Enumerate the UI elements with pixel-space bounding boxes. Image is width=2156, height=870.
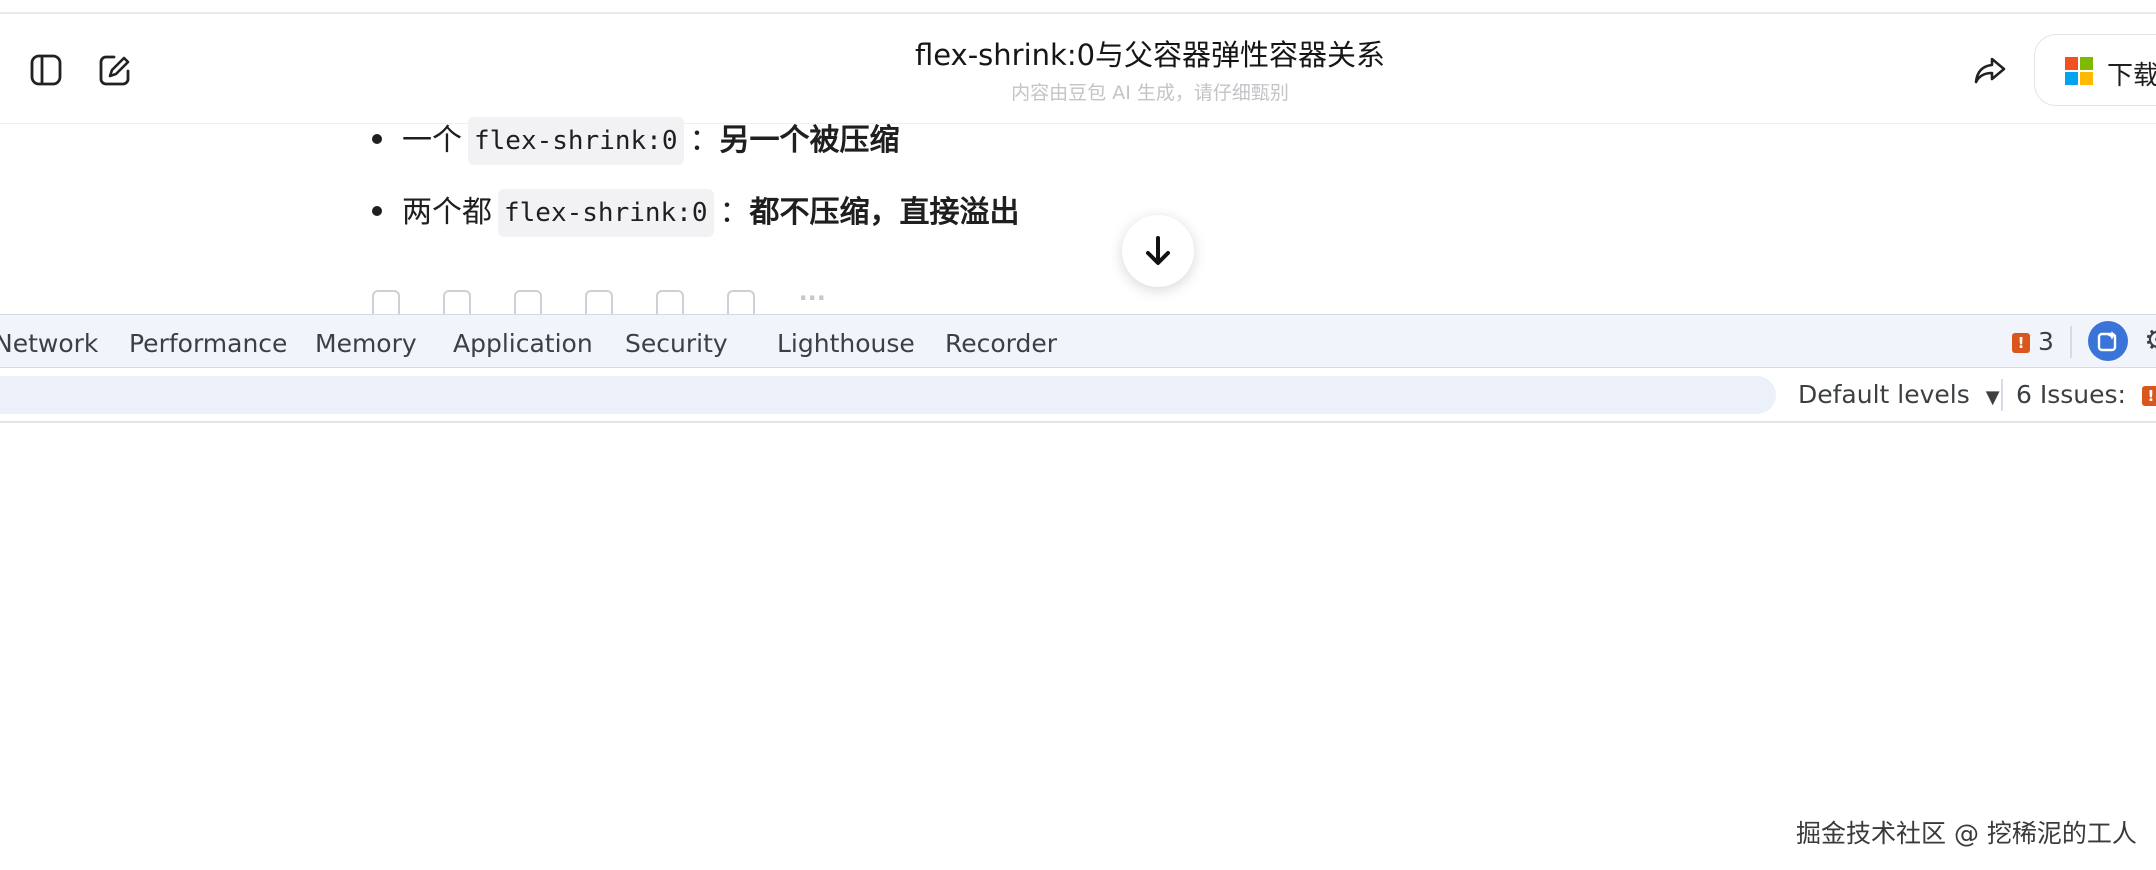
windows-logo-icon xyxy=(2065,57,2093,85)
warnings-counter[interactable]: ! 3 xyxy=(2012,327,2054,356)
list-item-colon: ： xyxy=(719,195,750,230)
ai-disclaimer: 内容由豆包 AI 生成，请仔细甄别 xyxy=(1011,82,1289,104)
page-title: flex-shrink:0与父容器弹性容器关系 xyxy=(914,38,1386,72)
tab-recorder[interactable]: Recorder xyxy=(945,329,1057,358)
thumbs-down-icon[interactable] xyxy=(656,290,685,314)
message-actions: ··· xyxy=(372,290,826,314)
issues-counter[interactable]: 6 Issues: ! 1 xyxy=(2016,380,2156,409)
list-item-prefix: 两个都 xyxy=(402,195,492,230)
toolbar-divider xyxy=(2070,326,2072,358)
log-levels-label: Default levels xyxy=(1798,380,1970,409)
ai-assistance-button[interactable] xyxy=(2088,321,2128,361)
tab-network[interactable]: Network xyxy=(0,329,98,358)
tab-performance[interactable]: Performance xyxy=(129,329,287,358)
speaker-icon[interactable] xyxy=(514,290,543,314)
log-levels-dropdown[interactable]: Default levels ▼ xyxy=(1798,380,2000,409)
tab-security[interactable]: Security xyxy=(625,329,728,358)
ai-assistant-icon xyxy=(2097,331,2117,352)
caret-down-icon: ▼ xyxy=(1985,387,2000,408)
more-icon[interactable]: ··· xyxy=(799,290,826,312)
list-item: 两个都 flex-shrink:0 ： 都不压缩，直接溢出 xyxy=(402,189,1020,237)
arrow-down-icon xyxy=(1146,236,1170,265)
console-toolbar: Default levels ▼ 6 Issues: ! 1 xyxy=(0,368,2156,423)
copy-icon[interactable] xyxy=(372,290,400,314)
devtools-tab-bar: Network Performance Memory Application S… xyxy=(0,314,2156,368)
list-item-prefix: 一个 xyxy=(402,123,462,158)
share-button[interactable] xyxy=(1964,44,2016,96)
list-item: 一个 flex-shrink:0 ： 另一个被压缩 xyxy=(402,117,900,165)
bullet-marker xyxy=(372,134,382,144)
warning-count: 3 xyxy=(2037,327,2054,356)
download-app-button[interactable]: 下载 xyxy=(2034,34,2156,106)
warning-icon: ! xyxy=(2012,333,2030,353)
list-item-emphasis: 都不压缩，直接溢出 xyxy=(749,195,1020,230)
console-filter-input[interactable] xyxy=(0,376,1776,414)
download-label: 下载 xyxy=(2107,61,2156,91)
issues-label: 6 Issues: xyxy=(2016,380,2126,409)
toolbar-divider xyxy=(2001,379,2003,411)
inline-code: flex-shrink:0 xyxy=(498,189,714,237)
thumbs-up-icon[interactable] xyxy=(585,290,614,314)
tab-application[interactable]: Application xyxy=(453,329,593,358)
chat-header: flex-shrink:0与父容器弹性容器关系 内容由豆包 AI 生成，请仔细甄… xyxy=(0,12,2156,124)
settings-gear-icon[interactable]: ⚙ xyxy=(2144,323,2156,358)
tab-lighthouse[interactable]: Lighthouse xyxy=(777,329,915,358)
share-icon[interactable] xyxy=(727,290,756,314)
watermark: 掘金技术社区 @ 挖稀泥的工人 xyxy=(1796,819,2137,848)
scroll-to-bottom-button[interactable] xyxy=(1122,215,1194,287)
inline-code: flex-shrink:0 xyxy=(468,117,684,165)
share-icon xyxy=(1974,57,2006,84)
tab-memory[interactable]: Memory xyxy=(315,329,417,358)
list-item-colon: ： xyxy=(689,123,720,158)
issue-warning-icon: ! xyxy=(2141,386,2156,406)
regenerate-icon[interactable] xyxy=(443,290,472,314)
list-item-emphasis: 另一个被压缩 xyxy=(719,123,900,158)
bullet-marker xyxy=(372,206,382,216)
